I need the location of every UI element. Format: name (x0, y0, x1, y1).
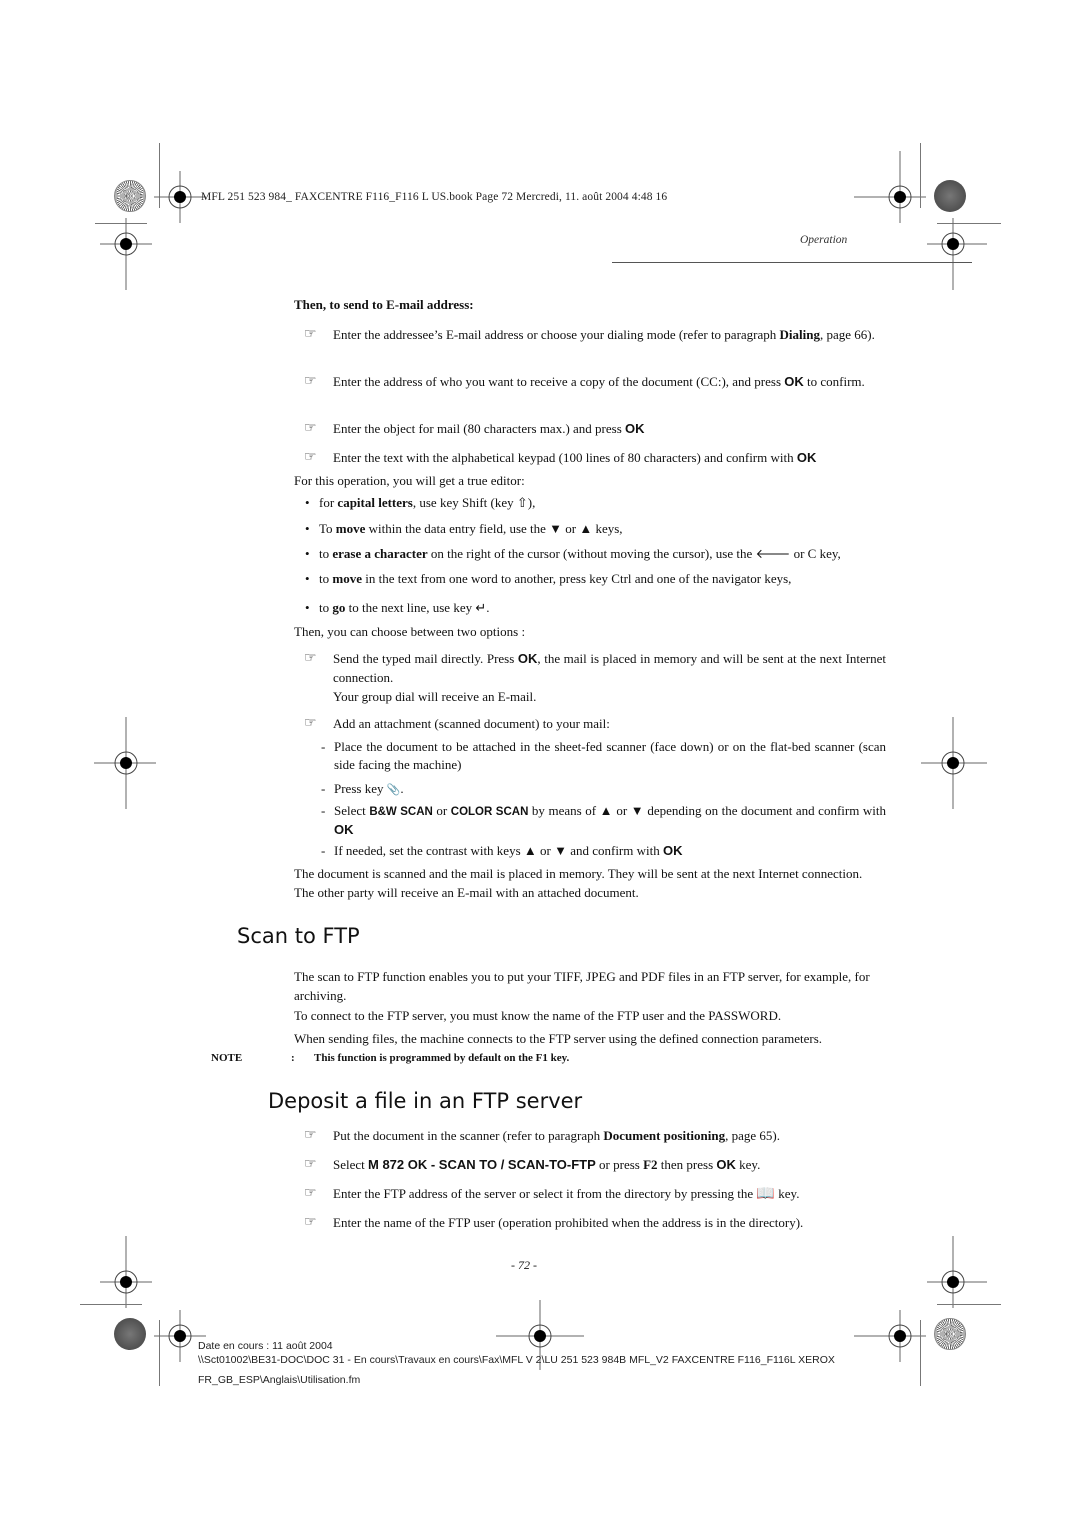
pointing-hand-icon: ☞ (304, 420, 317, 436)
editor-bullet: • to erase a character on the right of th… (305, 546, 841, 561)
footer-path: \\Sct01002\BE31-DOC\DOC 31 - En cours\Tr… (198, 1354, 835, 1366)
deposit-step: ☞ Put the document in the scanner (refer… (304, 1127, 780, 1143)
pointing-hand-icon: ☞ (304, 1214, 317, 1230)
deposit-step: ☞ Enter the name of the FTP user (operat… (304, 1214, 804, 1230)
email-step: ☞ Enter the address of who you want to r… (304, 373, 865, 389)
page-number: - 72 - (511, 1258, 537, 1272)
ok-key: OK (625, 421, 645, 436)
footer-file: FR_GB_ESP\Anglais\Utilisation.fm (198, 1374, 361, 1386)
crop-line (937, 1304, 1001, 1305)
header-rule (612, 262, 972, 263)
editor-bullet: • To move within the data entry field, us… (305, 521, 623, 536)
note-label: NOTE (211, 1052, 243, 1064)
attachment-step: - Press key 📎. (321, 781, 404, 796)
running-head: Operation (800, 234, 848, 246)
paperclip-icon: 📎 (386, 783, 401, 796)
pointing-hand-icon: ☞ (304, 650, 317, 666)
ok-key: OK (517, 651, 538, 666)
registration-mark-icon (921, 717, 987, 809)
crop-line (920, 1320, 921, 1386)
crop-line (80, 1304, 142, 1305)
attachment-step: - Place the document to be attached in th… (321, 739, 886, 772)
email-step: ☞ Enter the object for mail (80 characte… (304, 420, 645, 436)
pointing-hand-icon: ☞ (304, 1127, 317, 1143)
email-step: ☞ Enter the addressee’s E-mail address o… (304, 326, 875, 342)
pointing-hand-icon: ☞ (304, 326, 317, 342)
editor-bullet: • to move in the text from one word to an… (305, 571, 792, 586)
pointing-hand-icon: ☞ (304, 373, 317, 389)
ftp-paragraph: To connect to the FTP server, you must k… (294, 1008, 782, 1023)
ok-key: OK (662, 843, 683, 858)
attachment-step: - Select B&W SCAN or COLOR SCAN by means … (321, 803, 886, 837)
section-heading-scan-to-ftp: Scan to FTP (237, 924, 360, 948)
ok-key: OK (334, 822, 354, 837)
note-colon: : (291, 1052, 295, 1064)
section-heading-deposit-file: Deposit a file in an FTP server (268, 1089, 583, 1113)
registration-mark-icon (94, 717, 156, 809)
option-send-directly: ☞ Send the typed mail directly. Press OK… (304, 650, 886, 704)
footer-date: Date en cours : 11 août 2004 (198, 1340, 333, 1352)
directory-book-icon: 📖 (756, 1184, 776, 1202)
editor-bullet: • to go to the next line, use key ↵. (305, 600, 490, 615)
pointing-hand-icon: ☞ (304, 1156, 317, 1172)
email-closing: The document is scanned and the mail is … (294, 866, 863, 900)
color-rosette-icon (934, 180, 966, 212)
color-scan-key: COLOR SCAN (450, 806, 529, 818)
email-step: ☞ Enter the text with the alphabetical k… (304, 449, 817, 465)
ok-key: OK (784, 374, 804, 389)
email-subheading: Then, to send to E-mail address: (294, 297, 474, 312)
color-rosette-icon (114, 180, 146, 212)
book-slug: MFL 251 523 984_ FAXCENTRE F116_F116 L U… (201, 191, 668, 203)
note-text: This function is programmed by default o… (314, 1052, 570, 1064)
registration-mark-icon (854, 1310, 926, 1362)
ftp-paragraph: The scan to FTP function enables you to … (294, 969, 870, 1003)
bw-scan-key: B&W SCAN (369, 806, 433, 818)
registration-mark-icon (854, 151, 926, 223)
pointing-hand-icon: ☞ (304, 1185, 317, 1201)
color-rosette-icon (114, 1318, 146, 1350)
options-intro: Then, you can choose between two options… (294, 624, 526, 639)
crop-line (920, 143, 921, 208)
deposit-step: ☞ Select M 872 OK - SCAN TO / SCAN-TO-FT… (304, 1156, 761, 1172)
editor-intro: For this operation, you will get a true … (294, 473, 525, 488)
option-add-attachment: ☞ Add an attachment (scanned document) t… (304, 715, 610, 731)
attachment-step: - If needed, set the contrast with keys ▲… (321, 843, 683, 858)
pointing-hand-icon: ☞ (304, 715, 317, 731)
registration-mark-icon (154, 171, 206, 223)
ftp-paragraph: When sending files, the machine connects… (294, 1031, 823, 1046)
menu-path-key: M 872 OK - SCAN TO / SCAN-TO-FTP (368, 1157, 596, 1172)
ok-key: OK (716, 1157, 736, 1172)
pointing-hand-icon: ☞ (304, 449, 317, 465)
editor-bullet: • for capital letters, use key Shift (key… (305, 495, 536, 510)
deposit-step: ☞ Enter the FTP address of the server or… (304, 1184, 800, 1202)
registration-mark-icon (100, 218, 152, 290)
ok-key: OK (796, 450, 817, 465)
color-rosette-icon (934, 1318, 966, 1350)
